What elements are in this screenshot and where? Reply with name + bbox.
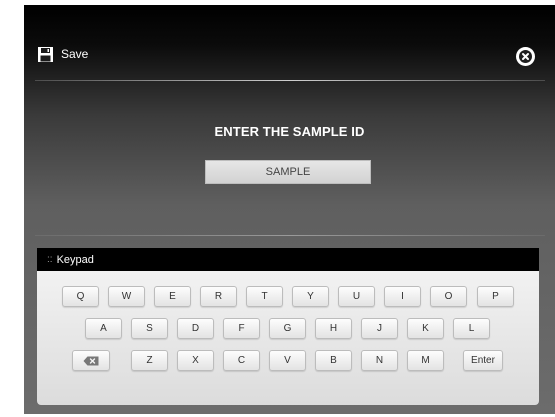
enter-key[interactable]: Enter [463,350,503,371]
key-h[interactable]: H [315,318,352,339]
key-v[interactable]: V [269,350,306,371]
key-c[interactable]: C [223,350,260,371]
backspace-icon [83,356,99,365]
sample-id-input[interactable]: SAMPLE [205,160,371,184]
key-a[interactable]: A [85,318,122,339]
keypad-header: :: Keypad [37,248,539,271]
key-k[interactable]: K [407,318,444,339]
close-button[interactable] [516,47,535,66]
key-f[interactable]: F [223,318,260,339]
close-icon [516,47,535,66]
key-o[interactable]: O [430,286,467,307]
key-u[interactable]: U [338,286,375,307]
keypad-body: Q W E R T Y U I O P A S D F G H J K L Z … [37,271,539,405]
key-g[interactable]: G [269,318,306,339]
key-s[interactable]: S [131,318,168,339]
key-q[interactable]: Q [62,286,99,307]
key-z[interactable]: Z [131,350,168,371]
keypad-title: Keypad [56,253,94,266]
keypad: :: Keypad Q W E R T Y U I O P A S D F G … [37,248,539,405]
section-divider [35,235,545,236]
key-y[interactable]: Y [292,286,329,307]
backspace-key[interactable] [72,350,110,371]
key-b[interactable]: B [315,350,352,371]
key-x[interactable]: X [177,350,214,371]
key-l[interactable]: L [453,318,490,339]
key-e[interactable]: E [154,286,191,307]
key-t[interactable]: T [246,286,283,307]
grip-icon: :: [47,254,53,265]
floppy-disk-icon [38,46,53,62]
key-m[interactable]: M [407,350,444,371]
key-r[interactable]: R [200,286,237,307]
key-d[interactable]: D [177,318,214,339]
key-n[interactable]: N [361,350,398,371]
dialog-header: Save [24,5,555,81]
header-divider [35,80,545,81]
save-button[interactable]: Save [38,45,88,63]
save-dialog: Save ENTER THE SAMPLE ID SAMPLE :: Keypa… [24,5,555,414]
key-i[interactable]: I [384,286,421,307]
key-w[interactable]: W [108,286,145,307]
prompt-title: ENTER THE SAMPLE ID [214,124,365,139]
key-p[interactable]: P [477,286,514,307]
key-j[interactable]: J [361,318,398,339]
save-label: Save [61,47,89,61]
